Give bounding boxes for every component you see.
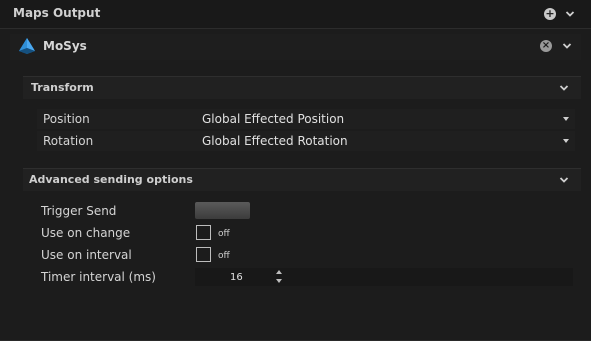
mosys-logo-icon [18,37,36,55]
position-dropdown-arrow-icon[interactable] [563,117,569,121]
use-on-interval-checkbox[interactable] [196,247,211,262]
timer-interval-input[interactable] [195,268,573,286]
position-select[interactable]: Global Effected Position [202,112,344,126]
mosys-collapse-chevron-icon[interactable] [562,41,572,51]
use-on-change-state: off [218,229,230,239]
transform-chevron-icon[interactable] [559,83,569,93]
transform-title: Transform [31,81,94,94]
advanced-chevron-icon[interactable] [559,175,569,185]
timer-interval-value[interactable]: 16 [230,272,243,283]
mosys-label: MoSys [43,39,87,53]
plus-circle-icon[interactable]: + [544,8,556,20]
use-on-change-label: Use on change [41,226,131,240]
rotation-dropdown-arrow-icon[interactable] [563,139,569,143]
rotation-label: Rotation [43,134,94,148]
advanced-title: Advanced sending options [29,173,193,186]
position-label: Position [43,112,90,126]
use-on-interval-state: off [218,251,230,261]
mosys-item-row[interactable] [10,34,581,60]
maps-output-title: Maps Output [13,6,101,20]
use-on-interval-label: Use on interval [41,248,132,262]
stepper-up-icon[interactable] [276,270,282,274]
trigger-send-button[interactable] [195,202,250,219]
trigger-send-label: Trigger Send [41,204,117,218]
use-on-change-checkbox[interactable] [196,225,211,240]
rotation-select[interactable]: Global Effected Rotation [202,134,348,148]
timer-interval-label: Timer interval (ms) [41,270,156,284]
stepper-down-icon[interactable] [276,279,282,283]
transform-section-header[interactable] [23,76,581,99]
chevron-down-icon[interactable] [565,9,575,19]
close-circle-icon[interactable]: × [540,40,552,52]
